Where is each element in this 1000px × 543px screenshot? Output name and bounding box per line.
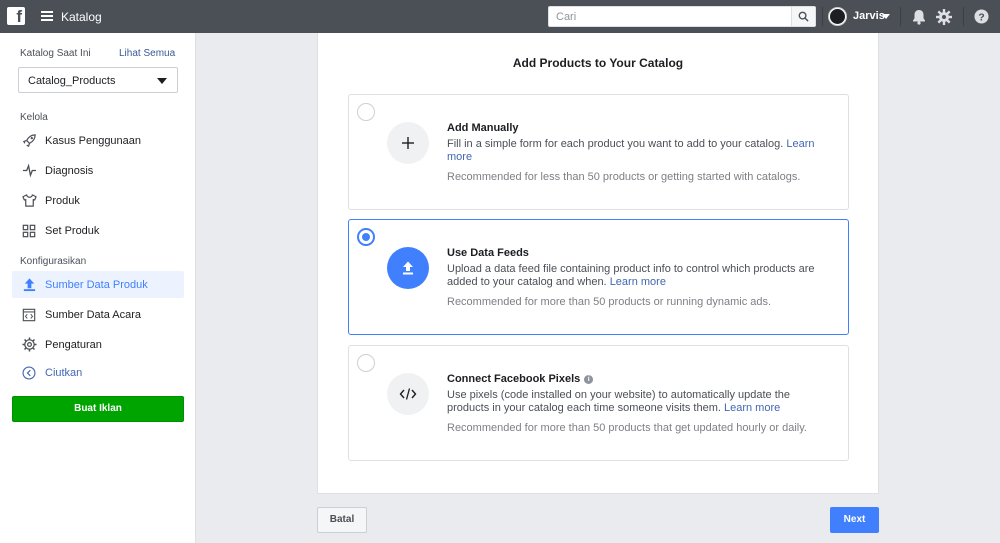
rocket-icon [21, 133, 37, 149]
upload-icon-circle [387, 247, 429, 289]
topbar-divider [900, 7, 901, 26]
sidebar: Katalog Saat Ini Lihat Semua Catalog_Pro… [0, 33, 196, 543]
sidebar-item-label: Kasus Penggunaan [45, 134, 142, 147]
sidebar-item-products[interactable]: Produk [12, 187, 184, 214]
option-recommendation: Recommended for more than 50 products th… [447, 422, 807, 434]
learn-more-link[interactable]: Learn more [610, 276, 666, 288]
sidebar-item-label: Sumber Data Acara [45, 308, 141, 321]
app-title: Katalog [61, 10, 102, 24]
see-all-link[interactable]: Lihat Semua [119, 48, 175, 59]
plus-icon [402, 137, 414, 149]
sidebar-item-settings[interactable]: Pengaturan [12, 331, 184, 358]
gear-icon[interactable] [935, 8, 953, 26]
bell-icon[interactable] [910, 8, 928, 26]
option-card-use-data-feeds[interactable]: Use Data Feeds Upload a data feed file c… [348, 219, 849, 335]
info-icon[interactable]: i [584, 374, 594, 384]
option-card-connect-pixels[interactable]: Connect Facebook Pixels i Use pixels (co… [348, 345, 849, 461]
section-config-heading: Konfigurasikan [20, 256, 87, 267]
catalog-select-value: Catalog_Products [28, 75, 116, 87]
sidebar-item-label: Produk [45, 194, 80, 207]
topbar-divider [963, 7, 964, 26]
search-box [548, 6, 816, 27]
section-manage-heading: Kelola [20, 112, 48, 123]
sidebar-item-label: Pengaturan [45, 338, 102, 351]
code-icon [399, 388, 417, 400]
next-button[interactable]: Next [830, 507, 879, 533]
gear-icon [21, 337, 37, 353]
chevron-left-circle-icon [21, 365, 37, 381]
option-title: Connect Facebook Pixels i [447, 373, 817, 385]
facebook-logo-icon[interactable]: f [7, 7, 25, 25]
chevron-down-icon [157, 78, 167, 84]
grid-icon [21, 223, 37, 239]
option-radio[interactable] [357, 354, 375, 372]
help-icon[interactable]: ? [974, 9, 989, 24]
option-description: Fill in a simple form for each product y… [447, 138, 815, 163]
option-description: Upload a data feed file containing produ… [447, 263, 815, 288]
topbar-divider [822, 7, 823, 26]
sidebar-item-product-sets[interactable]: Set Produk [12, 217, 184, 244]
sidebar-item-use-cases[interactable]: Kasus Penggunaan [12, 127, 184, 154]
sidebar-item-diagnostics[interactable]: Diagnosis [12, 157, 184, 184]
user-name[interactable]: Jarvis [853, 10, 885, 22]
top-navigation-bar: f Katalog Jarvis ? [0, 0, 1000, 33]
sidebar-item-label: Diagnosis [45, 164, 94, 177]
option-recommendation: Recommended for less than 50 products or… [447, 171, 801, 183]
collapse-label: Ciutkan [45, 366, 83, 379]
option-card-add-manually[interactable]: Add Manually Fill in a simple form for e… [348, 94, 849, 210]
current-catalog-label: Katalog Saat Ini [20, 48, 91, 59]
search-icon [798, 11, 809, 22]
option-radio-selected[interactable] [357, 228, 375, 246]
page-title: Add Products to Your Catalog [512, 56, 684, 70]
hamburger-menu-icon[interactable] [41, 11, 53, 21]
chevron-down-icon[interactable] [882, 14, 890, 19]
option-title: Use Data Feeds [447, 247, 529, 259]
search-input[interactable] [549, 7, 793, 26]
sidebar-item-label: Set Produk [45, 224, 100, 237]
upload-icon [403, 261, 413, 275]
cancel-button[interactable]: Batal [317, 507, 367, 533]
sidebar-item-event-data-sources[interactable]: Sumber Data Acara [12, 301, 184, 328]
pulse-icon [21, 163, 37, 179]
plus-icon-circle [387, 122, 429, 164]
add-products-panel: Add Products to Your Catalog Add Manuall… [317, 33, 879, 494]
catalog-select[interactable]: Catalog_Products [18, 67, 178, 93]
search-button[interactable] [791, 7, 815, 26]
learn-more-link[interactable]: Learn more [724, 402, 780, 414]
option-description: Use pixels (code installed on your websi… [447, 389, 791, 414]
sidebar-item-label: Sumber Data Produk [45, 278, 148, 291]
option-recommendation: Recommended for more than 50 products or… [447, 296, 772, 308]
sidebar-item-product-data-sources[interactable]: Sumber Data Produk [12, 271, 184, 298]
create-ad-button[interactable]: Buat Iklan [12, 396, 184, 422]
shirt-icon [21, 193, 37, 209]
code-window-icon [21, 307, 37, 323]
upload-icon [21, 277, 37, 293]
avatar[interactable] [828, 7, 847, 26]
code-icon-circle [387, 373, 429, 415]
svg-text:?: ? [978, 12, 984, 23]
option-radio[interactable] [357, 103, 375, 121]
collapse-sidebar-button[interactable]: Ciutkan [12, 359, 184, 386]
option-title: Add Manually [447, 122, 519, 134]
